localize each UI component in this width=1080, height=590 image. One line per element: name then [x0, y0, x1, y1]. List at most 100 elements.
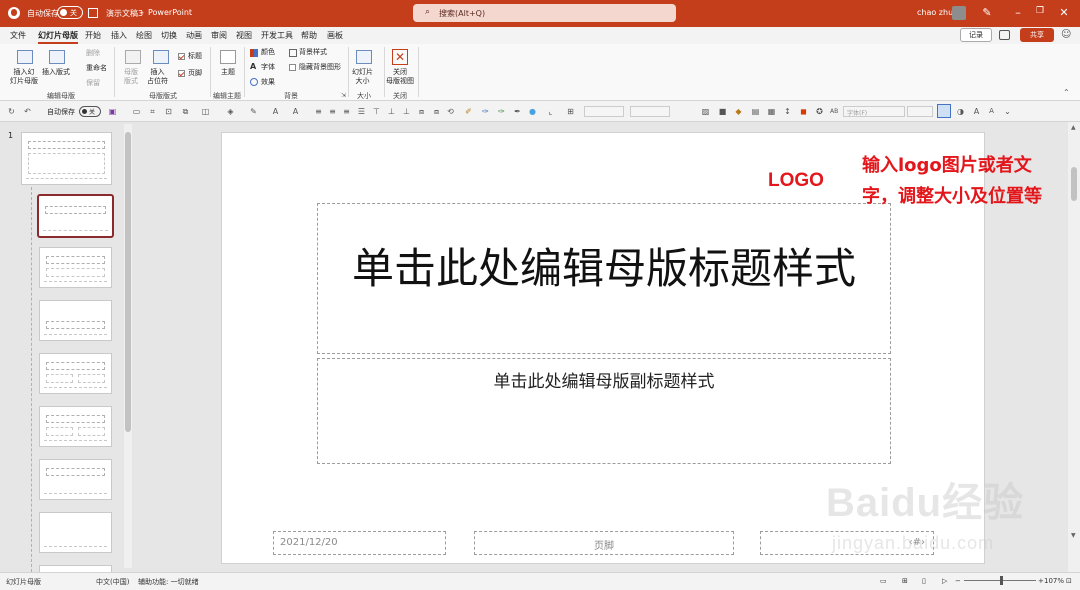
outline-color-icon[interactable]: ✎: [248, 106, 259, 117]
format-painter-icon[interactable]: ⌗: [147, 106, 158, 117]
tab-review[interactable]: 审阅: [211, 30, 227, 41]
tab-animations[interactable]: 动画: [186, 30, 202, 41]
layout-thumbnail[interactable]: [39, 512, 112, 553]
slide-size-button[interactable]: 幻灯片 大小: [352, 68, 373, 86]
smiley-icon[interactable]: ☺: [1061, 29, 1071, 40]
tab-developer[interactable]: 开发工具: [261, 30, 293, 41]
align-left-icon[interactable]: ≡: [313, 106, 324, 117]
thumbnail-scrollbar[interactable]: [124, 124, 132, 568]
insert-placeholder-button[interactable]: 插入 占位符: [147, 68, 168, 86]
hide-bg-checkbox[interactable]: [289, 64, 296, 71]
comments-icon[interactable]: [999, 30, 1010, 40]
refresh-icon[interactable]: ↻: [6, 106, 17, 117]
zoom-slider-knob[interactable]: [1000, 576, 1003, 585]
tab-insert[interactable]: 插入: [111, 30, 127, 41]
tab-file[interactable]: 文件: [10, 30, 26, 41]
minimize-icon[interactable]: –: [1008, 6, 1028, 19]
layout-thumbnail[interactable]: [39, 300, 112, 341]
master-layout-button[interactable]: 母版 版式: [124, 68, 138, 86]
tab-help[interactable]: 帮助: [301, 30, 317, 41]
align-right-icon[interactable]: ≡: [341, 106, 352, 117]
title-checkbox[interactable]: [178, 53, 185, 60]
record-button[interactable]: 记录: [960, 28, 992, 42]
tab-slide-master[interactable]: 幻灯片母版: [38, 30, 78, 44]
date-placeholder[interactable]: 2021/12/20: [273, 531, 446, 555]
circle-shape-icon[interactable]: ●: [527, 106, 538, 117]
slide-scrollbar[interactable]: ▲ ▼: [1068, 122, 1080, 572]
status-accessibility[interactable]: 辅助功能: 一切就绪: [138, 577, 199, 587]
group-icon[interactable]: ◫: [200, 106, 211, 117]
user-avatar[interactable]: [952, 6, 966, 20]
selection-pane-icon[interactable]: [937, 104, 951, 118]
footer-placeholder[interactable]: 页脚: [474, 531, 734, 555]
scroll-down-icon[interactable]: ▼: [1071, 532, 1076, 539]
slideshow-icon[interactable]: ▷: [942, 577, 947, 585]
align-top-icon[interactable]: ⊤: [371, 106, 382, 117]
shapes-icon[interactable]: ▭: [131, 106, 142, 117]
office-addin-icon[interactable]: ◼: [798, 106, 809, 117]
layout-thumbnail-selected[interactable]: [37, 194, 114, 238]
image-icon[interactable]: ▨: [700, 106, 711, 117]
toolbar-autosave-toggle[interactable]: 关: [79, 106, 101, 117]
preserve-button[interactable]: 保留: [86, 79, 100, 88]
colors-button[interactable]: 颜色: [261, 48, 275, 57]
send-backward-icon[interactable]: ⧈: [431, 106, 442, 117]
pen-icon[interactable]: ✎: [977, 6, 997, 19]
close-icon[interactable]: ✕: [1054, 6, 1074, 19]
close-master-view-button[interactable]: 关闭 母版视图: [386, 68, 414, 86]
collapse-ribbon-icon[interactable]: ⌃: [1063, 88, 1070, 97]
tab-draw[interactable]: 绘图: [136, 30, 152, 41]
effects-button[interactable]: 效果: [261, 78, 275, 87]
background-dialog-launcher-icon[interactable]: ⇲: [341, 92, 346, 99]
size-dropdown[interactable]: [907, 106, 933, 117]
fill-color-icon[interactable]: ◈: [225, 106, 236, 117]
insert-master-button[interactable]: 插入幻 灯片母版: [10, 68, 38, 86]
layout-thumbnail[interactable]: [39, 247, 112, 288]
brush-icon[interactable]: ✐: [463, 106, 474, 117]
rename-button[interactable]: 重命名: [86, 64, 107, 73]
fit-slide-icon[interactable]: ⊡: [1066, 577, 1072, 585]
slide-sorter-icon[interactable]: ⊞: [902, 577, 908, 585]
restore-icon[interactable]: ❐: [1030, 6, 1050, 16]
abc-icon[interactable]: AB: [830, 108, 838, 115]
align-bottom-icon[interactable]: ⊥: [401, 106, 412, 117]
transparency-icon[interactable]: ✪: [814, 106, 825, 117]
themes-button[interactable]: 主题: [221, 68, 235, 77]
subtitle-placeholder[interactable]: 单击此处编辑母版副标题样式: [317, 358, 891, 464]
arrange-icon[interactable]: ⧉: [180, 106, 191, 117]
status-language[interactable]: 中文(中国): [96, 577, 129, 587]
zoom-level[interactable]: 107%: [1044, 577, 1064, 585]
layout-thumbnail[interactable]: [39, 353, 112, 394]
search-box[interactable]: ⌕ 搜索(Alt+Q): [413, 4, 676, 22]
zoom-out-icon[interactable]: −: [955, 577, 961, 585]
tab-view[interactable]: 视图: [236, 30, 252, 41]
font-color-icon[interactable]: A: [270, 106, 281, 117]
border-icon[interactable]: ■: [717, 106, 728, 117]
save-icon[interactable]: ▣: [107, 106, 118, 117]
layout-thumbnail[interactable]: [39, 406, 112, 447]
reading-view-icon[interactable]: ▯: [922, 577, 926, 585]
bring-forward-icon[interactable]: ⧈: [416, 106, 427, 117]
scroll-up-icon[interactable]: ▲: [1071, 124, 1076, 131]
crop-icon[interactable]: ⊡: [163, 106, 174, 117]
zoom-in-icon[interactable]: +: [1038, 577, 1044, 585]
tab-transitions[interactable]: 切换: [161, 30, 177, 41]
pen-green-icon[interactable]: ✑: [496, 106, 507, 117]
shape-effects-icon[interactable]: ◑: [955, 106, 966, 117]
title-placeholder[interactable]: 单击此处编辑母版标题样式: [317, 203, 891, 354]
autosave-toggle[interactable]: 关: [57, 6, 83, 19]
textbox-icon[interactable]: ⊞: [565, 106, 576, 117]
insert-layout-button[interactable]: 插入版式: [42, 68, 70, 77]
underline-icon[interactable]: A: [290, 106, 301, 117]
picture-icon[interactable]: ▤: [750, 106, 761, 117]
rotate-icon[interactable]: ⟲: [445, 106, 456, 117]
increase-font-icon[interactable]: A: [971, 106, 982, 117]
tab-canvas[interactable]: 画板: [327, 30, 343, 41]
master-thumbnail[interactable]: [21, 132, 112, 185]
font-size-dropdown[interactable]: [584, 106, 624, 117]
spacing-dropdown[interactable]: [630, 106, 670, 117]
save-icon[interactable]: [88, 8, 98, 18]
decrease-font-icon[interactable]: A: [986, 106, 997, 117]
chart-icon[interactable]: ⌞: [545, 106, 556, 117]
share-button[interactable]: 共享: [1020, 28, 1054, 42]
